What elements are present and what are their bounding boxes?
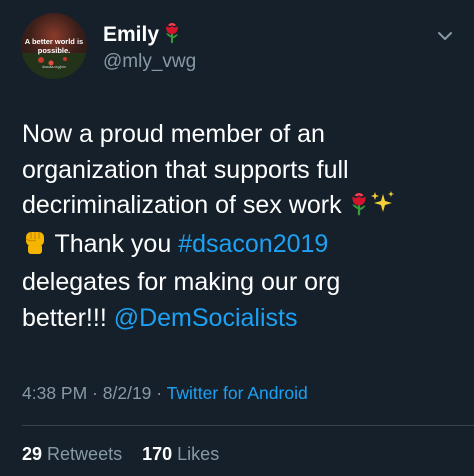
tweet-time[interactable]: 4:38 PM bbox=[22, 383, 87, 403]
mention-link[interactable]: @DemSocialists bbox=[114, 304, 298, 332]
sparkles-icon bbox=[369, 190, 395, 227]
retweets-label: Retweets bbox=[47, 444, 123, 464]
tweet-text: Now a proud member of an organization th… bbox=[22, 117, 462, 336]
tweet-line-text: decriminalization of sex work bbox=[22, 191, 342, 219]
tweet-line: Thank you #dsacon2019 bbox=[22, 227, 462, 266]
avatar-text: A better world is possible. bbox=[24, 37, 84, 55]
display-name-text: Emily bbox=[103, 23, 160, 46]
chevron-down-icon[interactable] bbox=[437, 30, 453, 42]
tweet-metadata: 4:38 PM · 8/2/19 · Twitter for Android bbox=[22, 383, 308, 404]
meta-separator: · bbox=[151, 383, 167, 403]
tweet-source-link[interactable]: Twitter for Android bbox=[167, 383, 308, 403]
likes-count: 170 bbox=[142, 444, 173, 464]
tweet-line: delegates for making our org bbox=[22, 268, 341, 296]
avatar[interactable]: A better world is possible. dsausa.org/j… bbox=[21, 13, 87, 79]
display-name[interactable]: Emily bbox=[103, 21, 181, 49]
tweet-date[interactable]: 8/2/19 bbox=[103, 383, 152, 403]
raised-fist-icon bbox=[22, 227, 48, 266]
likes-label: Likes bbox=[177, 444, 220, 464]
hashtag-link[interactable]: #dsacon2019 bbox=[178, 230, 328, 258]
meta-separator: · bbox=[87, 383, 103, 403]
avatar-url: dsausa.org/join bbox=[42, 65, 66, 69]
tweet-stats: 29 Retweets 170 Likes bbox=[22, 444, 219, 465]
user-handle[interactable]: @mly_vwg bbox=[103, 51, 196, 73]
tweet-line: better!!! @DemSocialists bbox=[22, 301, 462, 337]
retweets-count: 29 bbox=[22, 444, 43, 464]
tweet-line: Now a proud member of an bbox=[22, 120, 325, 148]
tweet-line: decriminalization of sex work bbox=[22, 188, 462, 227]
rose-icon bbox=[349, 190, 369, 227]
retweets-stat[interactable]: 29 Retweets bbox=[22, 444, 122, 464]
tweet-line-text: Thank you bbox=[54, 229, 179, 258]
rose-icon bbox=[163, 21, 181, 49]
divider bbox=[22, 425, 474, 426]
tweet-line-text: better!!! bbox=[22, 303, 114, 332]
likes-stat[interactable]: 170 Likes bbox=[142, 444, 219, 464]
tweet-line: organization that supports full bbox=[22, 155, 349, 184]
